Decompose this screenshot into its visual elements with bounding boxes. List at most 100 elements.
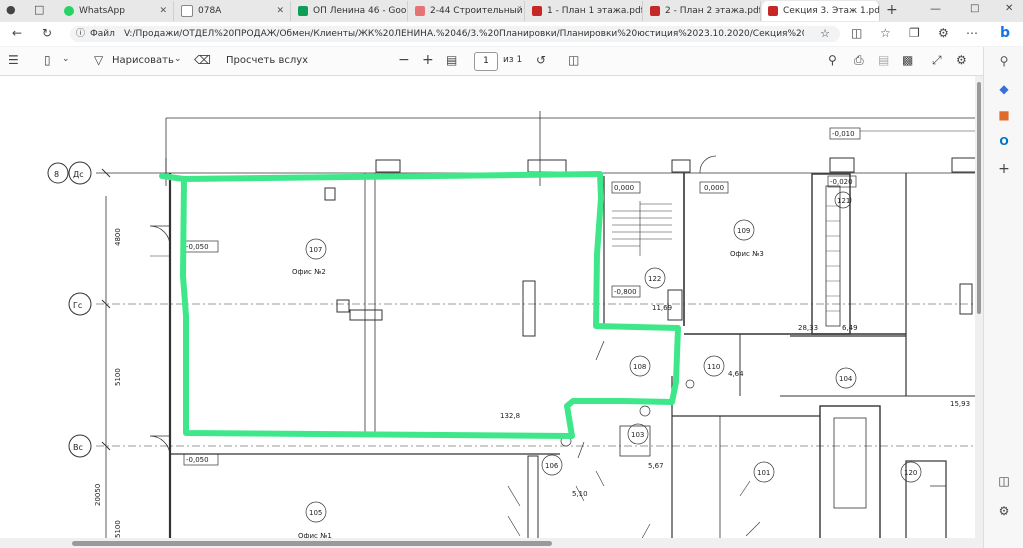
axis-gc-label: Гс	[73, 301, 82, 310]
level-mark: 0,000	[614, 184, 634, 192]
floor-plan-drawing: 8 Дс Гс Вс 4800 5100 20050 5100 -0,010 -…	[47, 111, 977, 548]
search-icon[interactable]: ⚲	[828, 53, 837, 67]
room-number: 101	[757, 469, 770, 477]
pdf-viewer[interactable]: 8 Дс Гс Вс 4800 5100 20050 5100 -0,010 -…	[0, 76, 983, 548]
contents-menu-icon[interactable]: ☰	[8, 53, 19, 67]
save-disabled-icon: ▤	[878, 53, 890, 67]
outlook-icon[interactable]: O	[996, 133, 1012, 149]
room-area: 5,67	[648, 462, 664, 470]
zoom-in-icon[interactable]: +	[422, 52, 434, 68]
axis-dc-label: Дс	[73, 170, 84, 179]
tab-078a[interactable]: 078A ✕	[175, 1, 291, 21]
file-info-icon: ⓘ	[76, 29, 86, 39]
tab-floor2-plan[interactable]: 2 - План 2 этажа.pdf✕	[644, 1, 761, 21]
bing-copilot-icon[interactable]: b	[1000, 25, 1010, 41]
extensions-icon[interactable]: ⚙	[938, 26, 949, 40]
room-area: 132,8	[500, 412, 520, 420]
reload-icon[interactable]: ↻	[42, 26, 52, 40]
zoom-out-icon[interactable]: −	[398, 52, 410, 68]
add-icon[interactable]: +	[996, 161, 1012, 177]
pdf-icon	[415, 6, 425, 16]
print-icon[interactable]: ⎙	[854, 53, 864, 68]
room-name: Офис №3	[730, 250, 764, 258]
url-text: V:/Продажи/ОТДЕЛ%20ПРОДАЖ/Обмен/Клиенты/…	[124, 29, 804, 39]
room-area: 11,69	[652, 304, 672, 312]
file-label: Файл	[90, 29, 115, 39]
close-icon[interactable]: ✕	[272, 6, 284, 16]
dim-20050: 20050	[94, 484, 102, 506]
room-number: 120	[904, 469, 917, 477]
close-icon[interactable]: ✕	[523, 6, 524, 16]
close-icon[interactable]: ✕	[155, 6, 167, 16]
room-number: 108	[633, 363, 646, 371]
minimize-icon[interactable]: —	[930, 2, 941, 15]
close-icon[interactable]: ✕	[406, 6, 407, 16]
search-icon[interactable]: ⚲	[996, 53, 1012, 69]
maximize-icon[interactable]: □	[970, 3, 979, 14]
sidebar-settings-gear-icon[interactable]: ⚙	[996, 503, 1012, 519]
axis-8-label: 8	[54, 170, 59, 179]
pdf-icon	[532, 6, 542, 16]
chevron-down-icon[interactable]: ⌄	[62, 54, 70, 64]
draw-button[interactable]: Нарисовать	[112, 55, 174, 66]
eraser-icon[interactable]: ⌫	[194, 53, 211, 67]
pdf-toolbar: ☰ ▯ ⌄ ▽ Нарисовать ⌄ ⌫ Просчеть вслух − …	[0, 47, 983, 76]
tab-actions-icon[interactable]: □	[34, 3, 44, 16]
profile-icon[interactable]: ●	[6, 3, 16, 16]
room-number: 105	[309, 509, 322, 517]
sidebar-layout-icon[interactable]: ◫	[996, 473, 1012, 489]
room-number: 106	[545, 462, 559, 470]
favorite-star-icon[interactable]: ☆	[820, 26, 830, 42]
room-number: 121	[837, 197, 850, 205]
pdf-icon	[768, 6, 778, 16]
favorites-icon[interactable]: ☆	[880, 26, 891, 40]
level-mark: -0,800	[614, 288, 637, 296]
draw-icon[interactable]: ▽	[94, 53, 103, 67]
dim-4800: 4800	[114, 228, 122, 246]
level-mark: -0,050	[186, 243, 209, 251]
horizontal-scrollbar[interactable]	[0, 538, 983, 548]
room-area: 6,49	[842, 324, 858, 332]
more-menu-icon[interactable]: ⋯	[966, 26, 978, 40]
room-number: 104	[839, 375, 853, 383]
new-tab-icon[interactable]: +	[886, 2, 898, 18]
tools-icon[interactable]: ■	[996, 107, 1012, 123]
whatsapp-icon	[64, 6, 74, 16]
sheets-icon	[298, 6, 308, 16]
tab-construction[interactable]: 2-44 Строительный✕	[409, 1, 525, 21]
document-icon	[181, 5, 193, 17]
address-bar: ← ↻ ⓘ Файл V:/Продажи/ОТДЕЛ%20ПРОДАЖ/Обм…	[0, 22, 1023, 46]
shopping-tag-icon[interactable]: ◆	[996, 81, 1012, 97]
level-mark: -0,020	[830, 178, 853, 186]
settings-gear-icon[interactable]: ⚙	[956, 53, 967, 67]
close-window-icon[interactable]: ✕	[1005, 3, 1013, 14]
room-area: 4,64	[728, 370, 744, 378]
level-mark: -0,050	[186, 456, 209, 464]
back-icon[interactable]: ←	[12, 26, 22, 40]
horizontal-scroll-thumb[interactable]	[72, 541, 552, 546]
tab-section3-active[interactable]: Секция 3. Этаж 1.pdf✕	[762, 1, 880, 21]
room-name: Офис №2	[292, 268, 326, 276]
room-area: 15,93	[950, 400, 970, 408]
save-as-icon[interactable]: ▩	[902, 53, 913, 67]
pdf-icon	[650, 6, 660, 16]
room-number: 107	[309, 246, 322, 254]
tab-whatsapp[interactable]: WhatsApp ✕	[58, 1, 174, 21]
level-mark: 0,000	[704, 184, 724, 192]
page-view-icon[interactable]: ◫	[568, 53, 579, 67]
chevron-down-icon[interactable]: ⌄	[174, 54, 182, 64]
fullscreen-icon[interactable]: ⤢	[932, 53, 942, 68]
tab-google-sheet[interactable]: ОП Ленина 46 - Goo✕	[292, 1, 408, 21]
vertical-scroll-thumb[interactable]	[977, 82, 981, 314]
fit-page-icon[interactable]: ▤	[446, 53, 457, 67]
edge-sidebar: ⚲ ◆ ■ O + ◫ ⚙	[983, 47, 1023, 548]
collections-icon[interactable]: ❐	[909, 26, 920, 40]
read-aloud-button[interactable]: Просчеть вслух	[226, 55, 308, 66]
tab-floor1-plan[interactable]: 1 - План 1 этажа.pdf✕	[526, 1, 643, 21]
rotate-icon[interactable]: ↺	[536, 53, 546, 67]
split-screen-icon[interactable]: ◫	[851, 26, 862, 40]
page-number-input[interactable]: 1	[474, 52, 498, 71]
highlight-icon[interactable]: ▯	[44, 53, 51, 67]
vertical-scrollbar[interactable]	[975, 76, 983, 538]
url-field[interactable]: ⓘ Файл V:/Продажи/ОТДЕЛ%20ПРОДАЖ/Обмен/К…	[70, 26, 840, 42]
